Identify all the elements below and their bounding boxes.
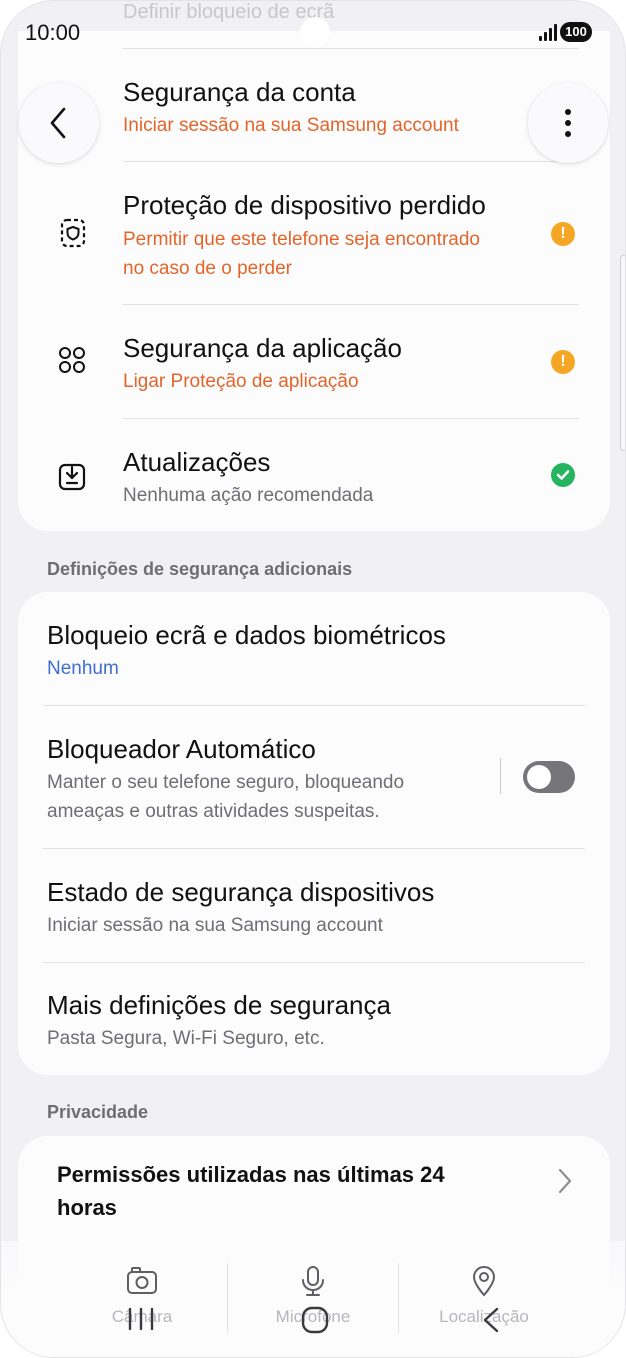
divider: [43, 962, 585, 963]
app-security-title: Segurança da aplicação: [123, 333, 402, 363]
app-security-icon: [59, 347, 85, 373]
signal-icon: [539, 23, 559, 41]
more-options-button[interactable]: [528, 83, 608, 163]
status-time: 10:00: [25, 20, 81, 45]
account-security-title: Segurança da conta: [123, 77, 356, 107]
status-bar: 10:00 100: [1, 1, 625, 63]
lost-device-icon: [60, 218, 86, 248]
location-icon: [472, 1265, 496, 1297]
additional-settings-header: Definições de segurança adicionais: [47, 559, 353, 579]
recent-apps-button[interactable]: [127, 1306, 155, 1332]
more-security-subtitle: Pasta Segura, Wi-Fi Seguro, etc.: [47, 1028, 325, 1049]
divider: [43, 705, 585, 706]
divider: [123, 304, 579, 305]
screen-lock-subtitle: Nenhum: [47, 658, 119, 679]
phone-screen: 10:00 100 Definir bloqueio de ecrã Segur…: [0, 0, 626, 1358]
screen-lock-title: Bloqueio ecrã e dados biométricos: [47, 620, 446, 650]
scrollbar[interactable]: [620, 255, 625, 451]
more-vertical-icon: [565, 109, 571, 137]
lost-device-subtitle-2: no caso de o perder: [123, 258, 293, 279]
back-button[interactable]: [19, 83, 99, 163]
device-security-title: Estado de segurança dispositivos: [47, 877, 435, 907]
home-button[interactable]: [301, 1306, 329, 1334]
updates-title: Atualizações: [123, 447, 271, 477]
more-security-title: Mais definições de segurança: [47, 990, 391, 1020]
divider: [123, 418, 579, 419]
auto-blocker-title: Bloqueador Automático: [47, 734, 316, 764]
camera-cutout: [300, 17, 330, 47]
app-security-subtitle: Ligar Proteção de aplicação: [123, 371, 359, 392]
check-icon: [551, 463, 575, 487]
lost-device-subtitle-1: Permitir que este telefone seja encontra…: [123, 229, 480, 250]
chevron-left-icon: [50, 107, 66, 139]
battery-icon: 100: [560, 22, 592, 42]
microphone-icon: [302, 1266, 324, 1296]
toggle-separator: [500, 758, 501, 794]
warning-icon: !: [551, 350, 575, 374]
chevron-right-icon: [558, 1168, 572, 1194]
toggle-knob: [527, 765, 551, 789]
account-security-subtitle: Iniciar sessão na sua Samsung account: [123, 115, 459, 136]
device-security-subtitle: Iniciar sessão na sua Samsung account: [47, 915, 383, 936]
privacy-header: Privacidade: [47, 1102, 149, 1122]
permissions-title-1: Permissões utilizadas nas últimas 24: [57, 1162, 445, 1187]
auto-blocker-subtitle-2: ameaças e outras atividades suspeitas.: [47, 801, 380, 822]
divider: [43, 848, 585, 849]
divider: [123, 161, 579, 162]
updates-subtitle: Nenhuma ação recomendada: [123, 485, 374, 506]
auto-blocker-subtitle-1: Manter o seu telefone seguro, bloqueando: [47, 772, 405, 793]
nav-back-button[interactable]: [481, 1306, 501, 1334]
updates-icon: [58, 463, 86, 491]
camera-icon: [127, 1267, 157, 1294]
auto-blocker-toggle[interactable]: [523, 761, 575, 793]
permissions-title-2: horas: [57, 1195, 117, 1220]
lost-device-title: Proteção de dispositivo perdido: [123, 190, 486, 220]
warning-icon: !: [551, 222, 575, 246]
